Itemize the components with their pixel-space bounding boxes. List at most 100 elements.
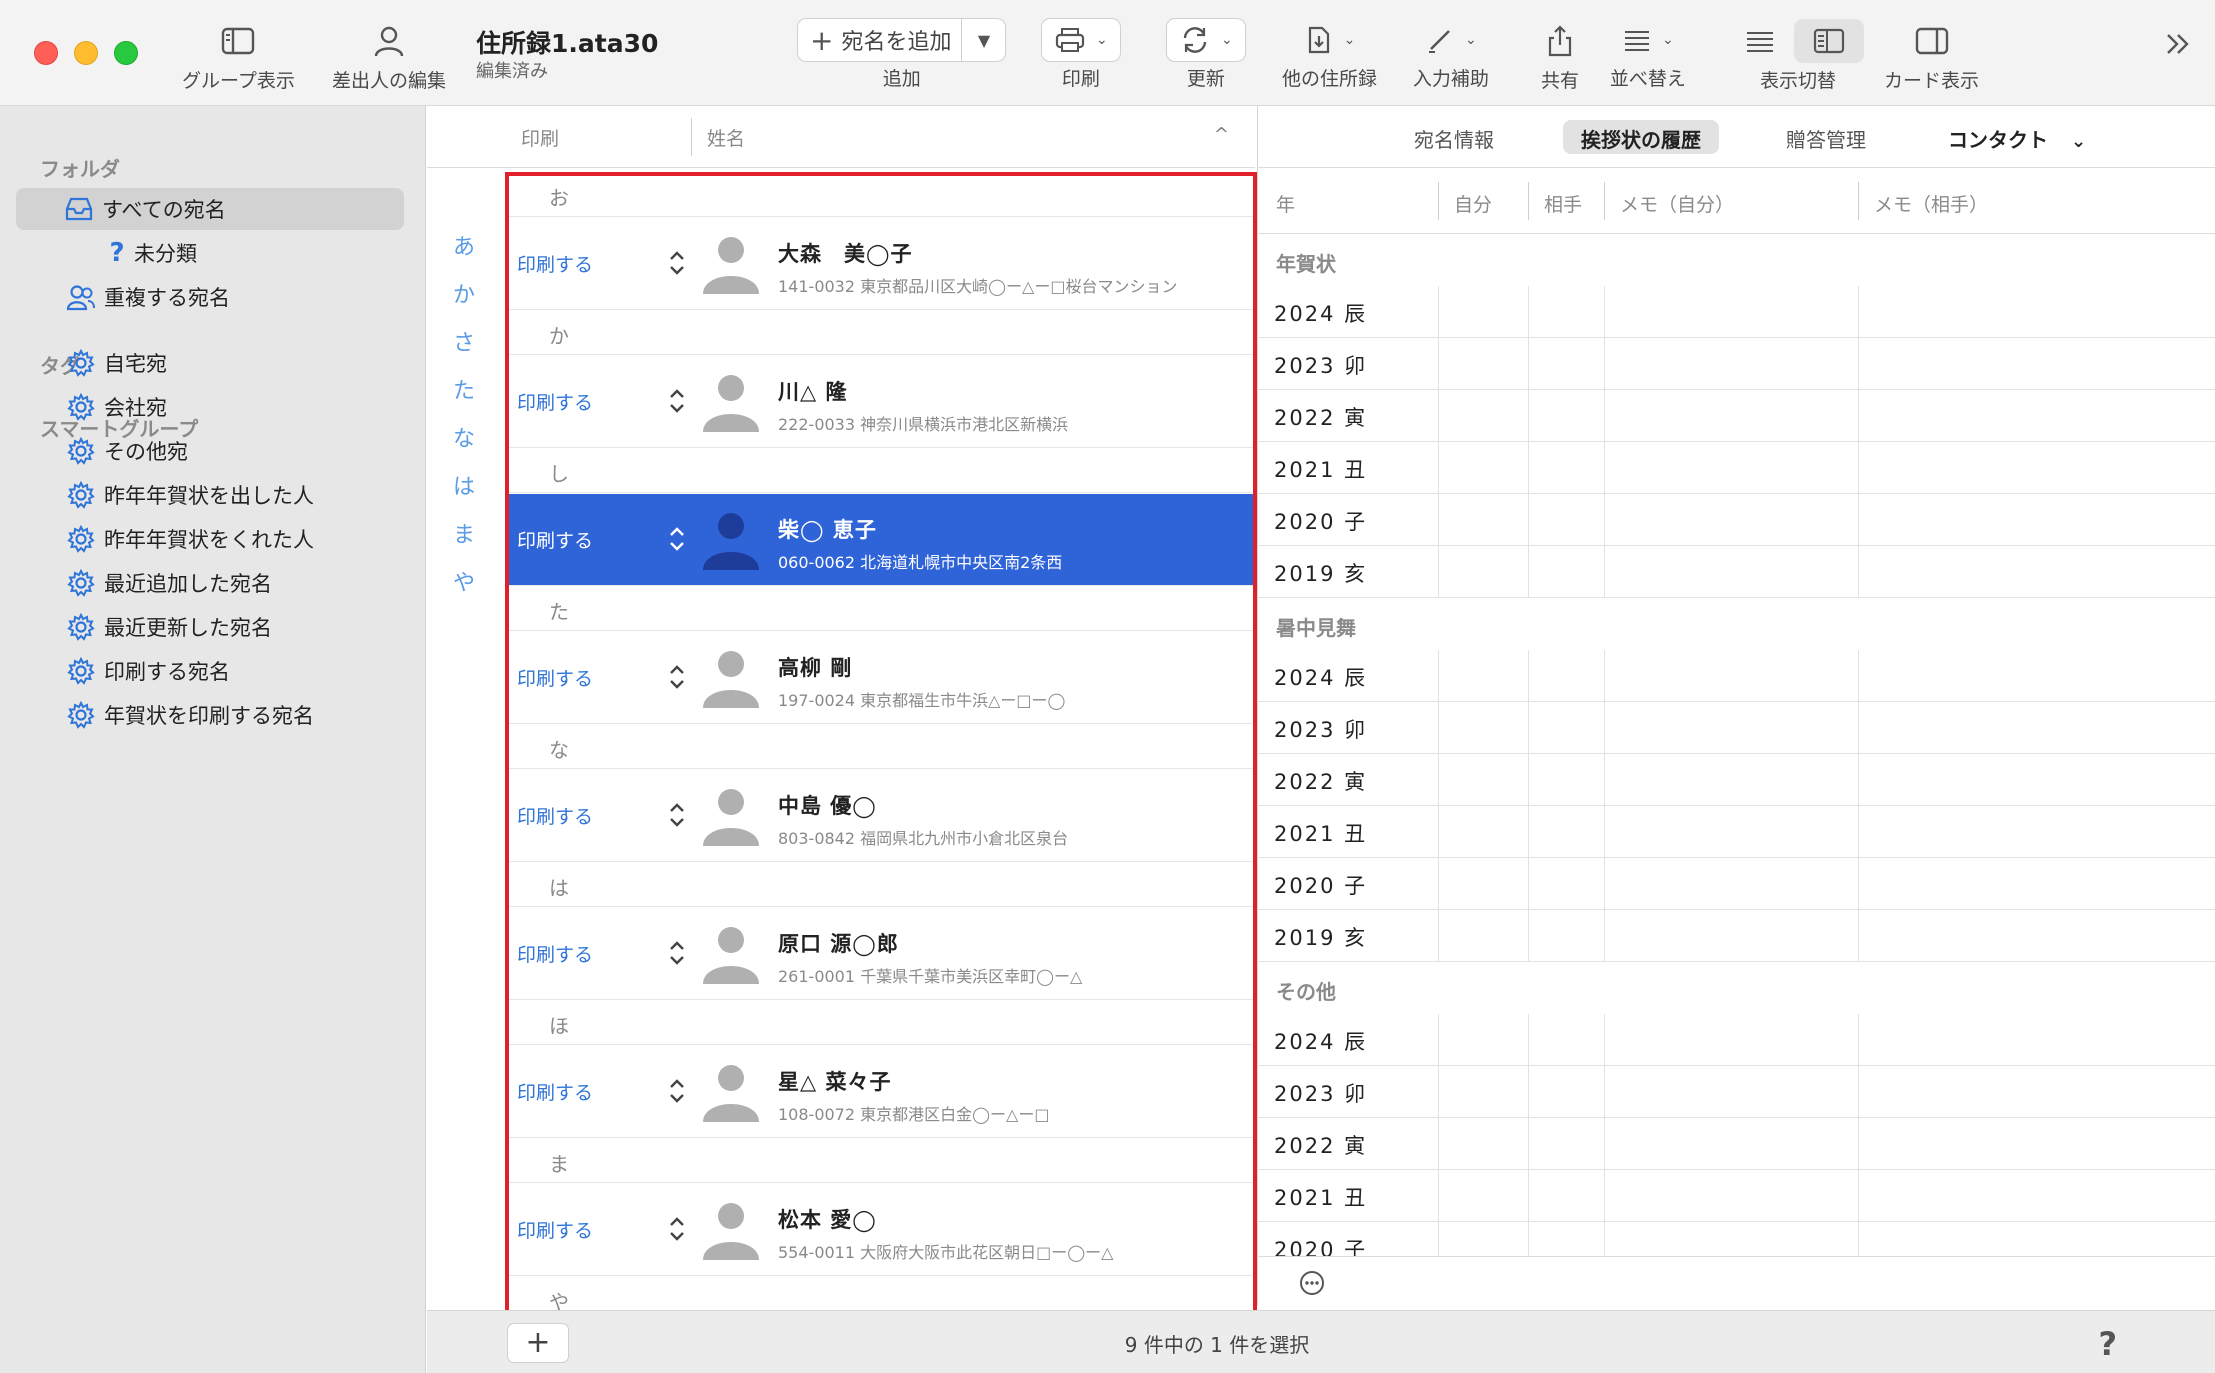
print-toggle[interactable]: 印刷する (517, 250, 593, 277)
contact-row[interactable]: 印刷する 原口 源◯郎 261-0001 千葉県千葉市美浜区幸町◯ー△ (505, 908, 1255, 1000)
contact-menu-button[interactable]: コンタクト ⌄ (1930, 120, 2104, 154)
history-row[interactable]: 2020 子 (1258, 1222, 2215, 1256)
contact-row[interactable]: 印刷する 松本 愛◯ 554-0011 大阪府大阪市此花区朝日□ー◯ー△ (505, 1184, 1255, 1276)
up-down-chevron-icon[interactable] (667, 1214, 687, 1244)
add-contact-button[interactable]: + 宛名を追加 (810, 24, 951, 57)
print-toggle[interactable]: 印刷する (517, 526, 593, 553)
selection-status-text: 9 件中の 1 件を選択 (1124, 1333, 1310, 1357)
list-view-button[interactable] (1732, 19, 1788, 63)
history-row[interactable]: 2023 卯 (1258, 1066, 2215, 1118)
sender-edit-button[interactable]: 差出人の編集 (332, 18, 446, 93)
up-down-chevron-icon[interactable] (667, 248, 687, 278)
zoom-window-button[interactable] (114, 41, 138, 65)
contact-row[interactable]: 印刷する 柴◯ 恵子 060-0062 北海道札幌市中央区南2条西 (505, 494, 1255, 586)
history-row[interactable]: 2019 亥 (1258, 910, 2215, 962)
kana-index-item[interactable]: か (453, 277, 475, 309)
tab-contact-info[interactable]: 宛名情報 (1396, 120, 1512, 154)
input-assist-button[interactable]: ⌄ 入力補助 (1412, 18, 1490, 91)
history-row[interactable]: 2023 卯 (1258, 702, 2215, 754)
sidebar-item-duplicates[interactable]: 重複する宛名 (16, 276, 404, 318)
history-row[interactable]: 2024 辰 (1258, 1014, 2215, 1066)
history-row[interactable]: 2024 辰 (1258, 650, 2215, 702)
up-down-chevron-icon[interactable] (667, 662, 687, 692)
update-button[interactable]: ⌄ 更新 (1166, 18, 1246, 91)
sidebar-item-smart-group[interactable]: 印刷する宛名 (16, 650, 404, 692)
history-row[interactable]: 2021 丑 (1258, 1170, 2215, 1222)
up-down-chevron-icon[interactable] (667, 800, 687, 830)
column-divider[interactable] (1604, 182, 1605, 220)
sidebar-item-all-contacts[interactable]: すべての宛名 (16, 188, 404, 230)
kana-index-item[interactable]: あ (453, 229, 475, 261)
print-toggle[interactable]: 印刷する (517, 1216, 593, 1243)
column-divider[interactable] (1528, 182, 1529, 220)
sort-ascending-icon[interactable]: ^ (1214, 124, 1229, 145)
sidebar-item-smart-group[interactable]: 昨年年賀状を出した人 (16, 474, 404, 516)
up-down-chevron-icon[interactable] (667, 524, 687, 554)
history-row[interactable]: 2019 亥 (1258, 546, 2215, 598)
sidebar-item-smart-group[interactable]: 最近追加した宛名 (16, 562, 404, 604)
sidebar-item-smart-group[interactable]: 最近更新した宛名 (16, 606, 404, 648)
print-button[interactable]: ⌄ 印刷 (1041, 18, 1121, 91)
share-button[interactable]: 共有 (1541, 18, 1579, 93)
column-divider[interactable] (1438, 182, 1439, 220)
history-row[interactable]: 2022 寅 (1258, 390, 2215, 442)
history-row[interactable]: 2021 丑 (1258, 442, 2215, 494)
history-row[interactable]: 2023 卯 (1258, 338, 2215, 390)
sidebar-item-smart-group[interactable]: 会社宛 (16, 386, 404, 428)
kana-index-item[interactable]: や (453, 565, 475, 597)
column-header-print[interactable]: 印刷 (521, 124, 559, 151)
contact-row[interactable]: 印刷する 星△ 菜々子 108-0072 東京都港区白金◯ー△ー□ (505, 1046, 1255, 1138)
column-header-self[interactable]: 自分 (1454, 190, 1492, 217)
tab-gift-management[interactable]: 贈答管理 (1768, 120, 1884, 154)
card-view-button[interactable]: カード表示 (1884, 18, 1979, 93)
history-row[interactable]: 2024 辰 (1258, 286, 2215, 338)
other-book-button[interactable]: ⌄ 他の住所録 (1282, 18, 1377, 91)
overflow-chevron-button[interactable] (2160, 26, 2196, 62)
history-row[interactable]: 2022 寅 (1258, 1118, 2215, 1170)
close-window-button[interactable] (34, 41, 58, 65)
group-view-button[interactable]: グループ表示 (182, 18, 295, 93)
sidebar-item-smart-group[interactable]: その他宛 (16, 430, 404, 472)
print-toggle[interactable]: 印刷する (517, 388, 593, 415)
column-header-year[interactable]: 年 (1276, 190, 1295, 217)
up-down-chevron-icon[interactable] (667, 1076, 687, 1106)
print-toggle[interactable]: 印刷する (517, 802, 593, 829)
minimize-window-button[interactable] (74, 41, 98, 65)
more-options-button[interactable] (1298, 1269, 1326, 1297)
tab-greeting-history[interactable]: 挨拶状の履歴 (1563, 120, 1719, 154)
section-header: ま (505, 1138, 1255, 1183)
column-divider[interactable] (1858, 182, 1859, 220)
contact-row[interactable]: 印刷する 川△ 隆 222-0033 神奈川県横浜市港北区新横浜 (505, 356, 1255, 448)
history-row[interactable]: 2021 丑 (1258, 806, 2215, 858)
up-down-chevron-icon[interactable] (667, 938, 687, 968)
sidebar-item-smart-group[interactable]: 昨年年賀状をくれた人 (16, 518, 404, 560)
kana-index-item[interactable]: さ (453, 325, 475, 357)
column-header-memo-partner[interactable]: メモ（相手） (1874, 190, 1988, 217)
print-toggle[interactable]: 印刷する (517, 1078, 593, 1105)
history-row[interactable]: 2020 子 (1258, 494, 2215, 546)
kana-index-item[interactable]: は (453, 469, 475, 501)
column-header-memo-self[interactable]: メモ（自分） (1620, 190, 1734, 217)
detail-view-button[interactable] (1794, 19, 1864, 63)
contact-row[interactable]: 印刷する 大森 美◯子 141-0032 東京都品川区大崎◯ー△ー□桜台マンション (505, 218, 1255, 310)
sidebar-item-uncategorized[interactable]: ? 未分類 (16, 232, 404, 274)
contact-row[interactable]: 印刷する 中島 優◯ 803-0842 福岡県北九州市小倉北区泉台 (505, 770, 1255, 862)
kana-index-item[interactable]: た (453, 373, 475, 405)
cell-divider (1528, 442, 1529, 494)
sort-button[interactable]: ⌄ 並べ替え (1609, 18, 1687, 91)
print-toggle[interactable]: 印刷する (517, 664, 593, 691)
history-row[interactable]: 2020 子 (1258, 858, 2215, 910)
help-button[interactable]: ? (2098, 1325, 2117, 1363)
contact-row[interactable]: 印刷する 高柳 剛 197-0024 東京都福生市牛浜△ー□ー◯ (505, 632, 1255, 724)
up-down-chevron-icon[interactable] (667, 386, 687, 416)
add-menu-dropdown[interactable]: ▼ (961, 18, 1005, 62)
kana-index-item[interactable]: な (453, 421, 475, 453)
print-toggle[interactable]: 印刷する (517, 940, 593, 967)
column-header-partner[interactable]: 相手 (1544, 190, 1582, 217)
history-row[interactable]: 2022 寅 (1258, 754, 2215, 806)
sidebar-item-smart-group[interactable]: 年賀状を印刷する宛名 (16, 694, 404, 736)
column-header-name[interactable]: 姓名 (707, 124, 745, 151)
column-divider[interactable] (691, 118, 692, 156)
sidebar-item-smart-group[interactable]: 自宅宛 (16, 342, 404, 384)
kana-index-item[interactable]: ま (453, 517, 475, 549)
